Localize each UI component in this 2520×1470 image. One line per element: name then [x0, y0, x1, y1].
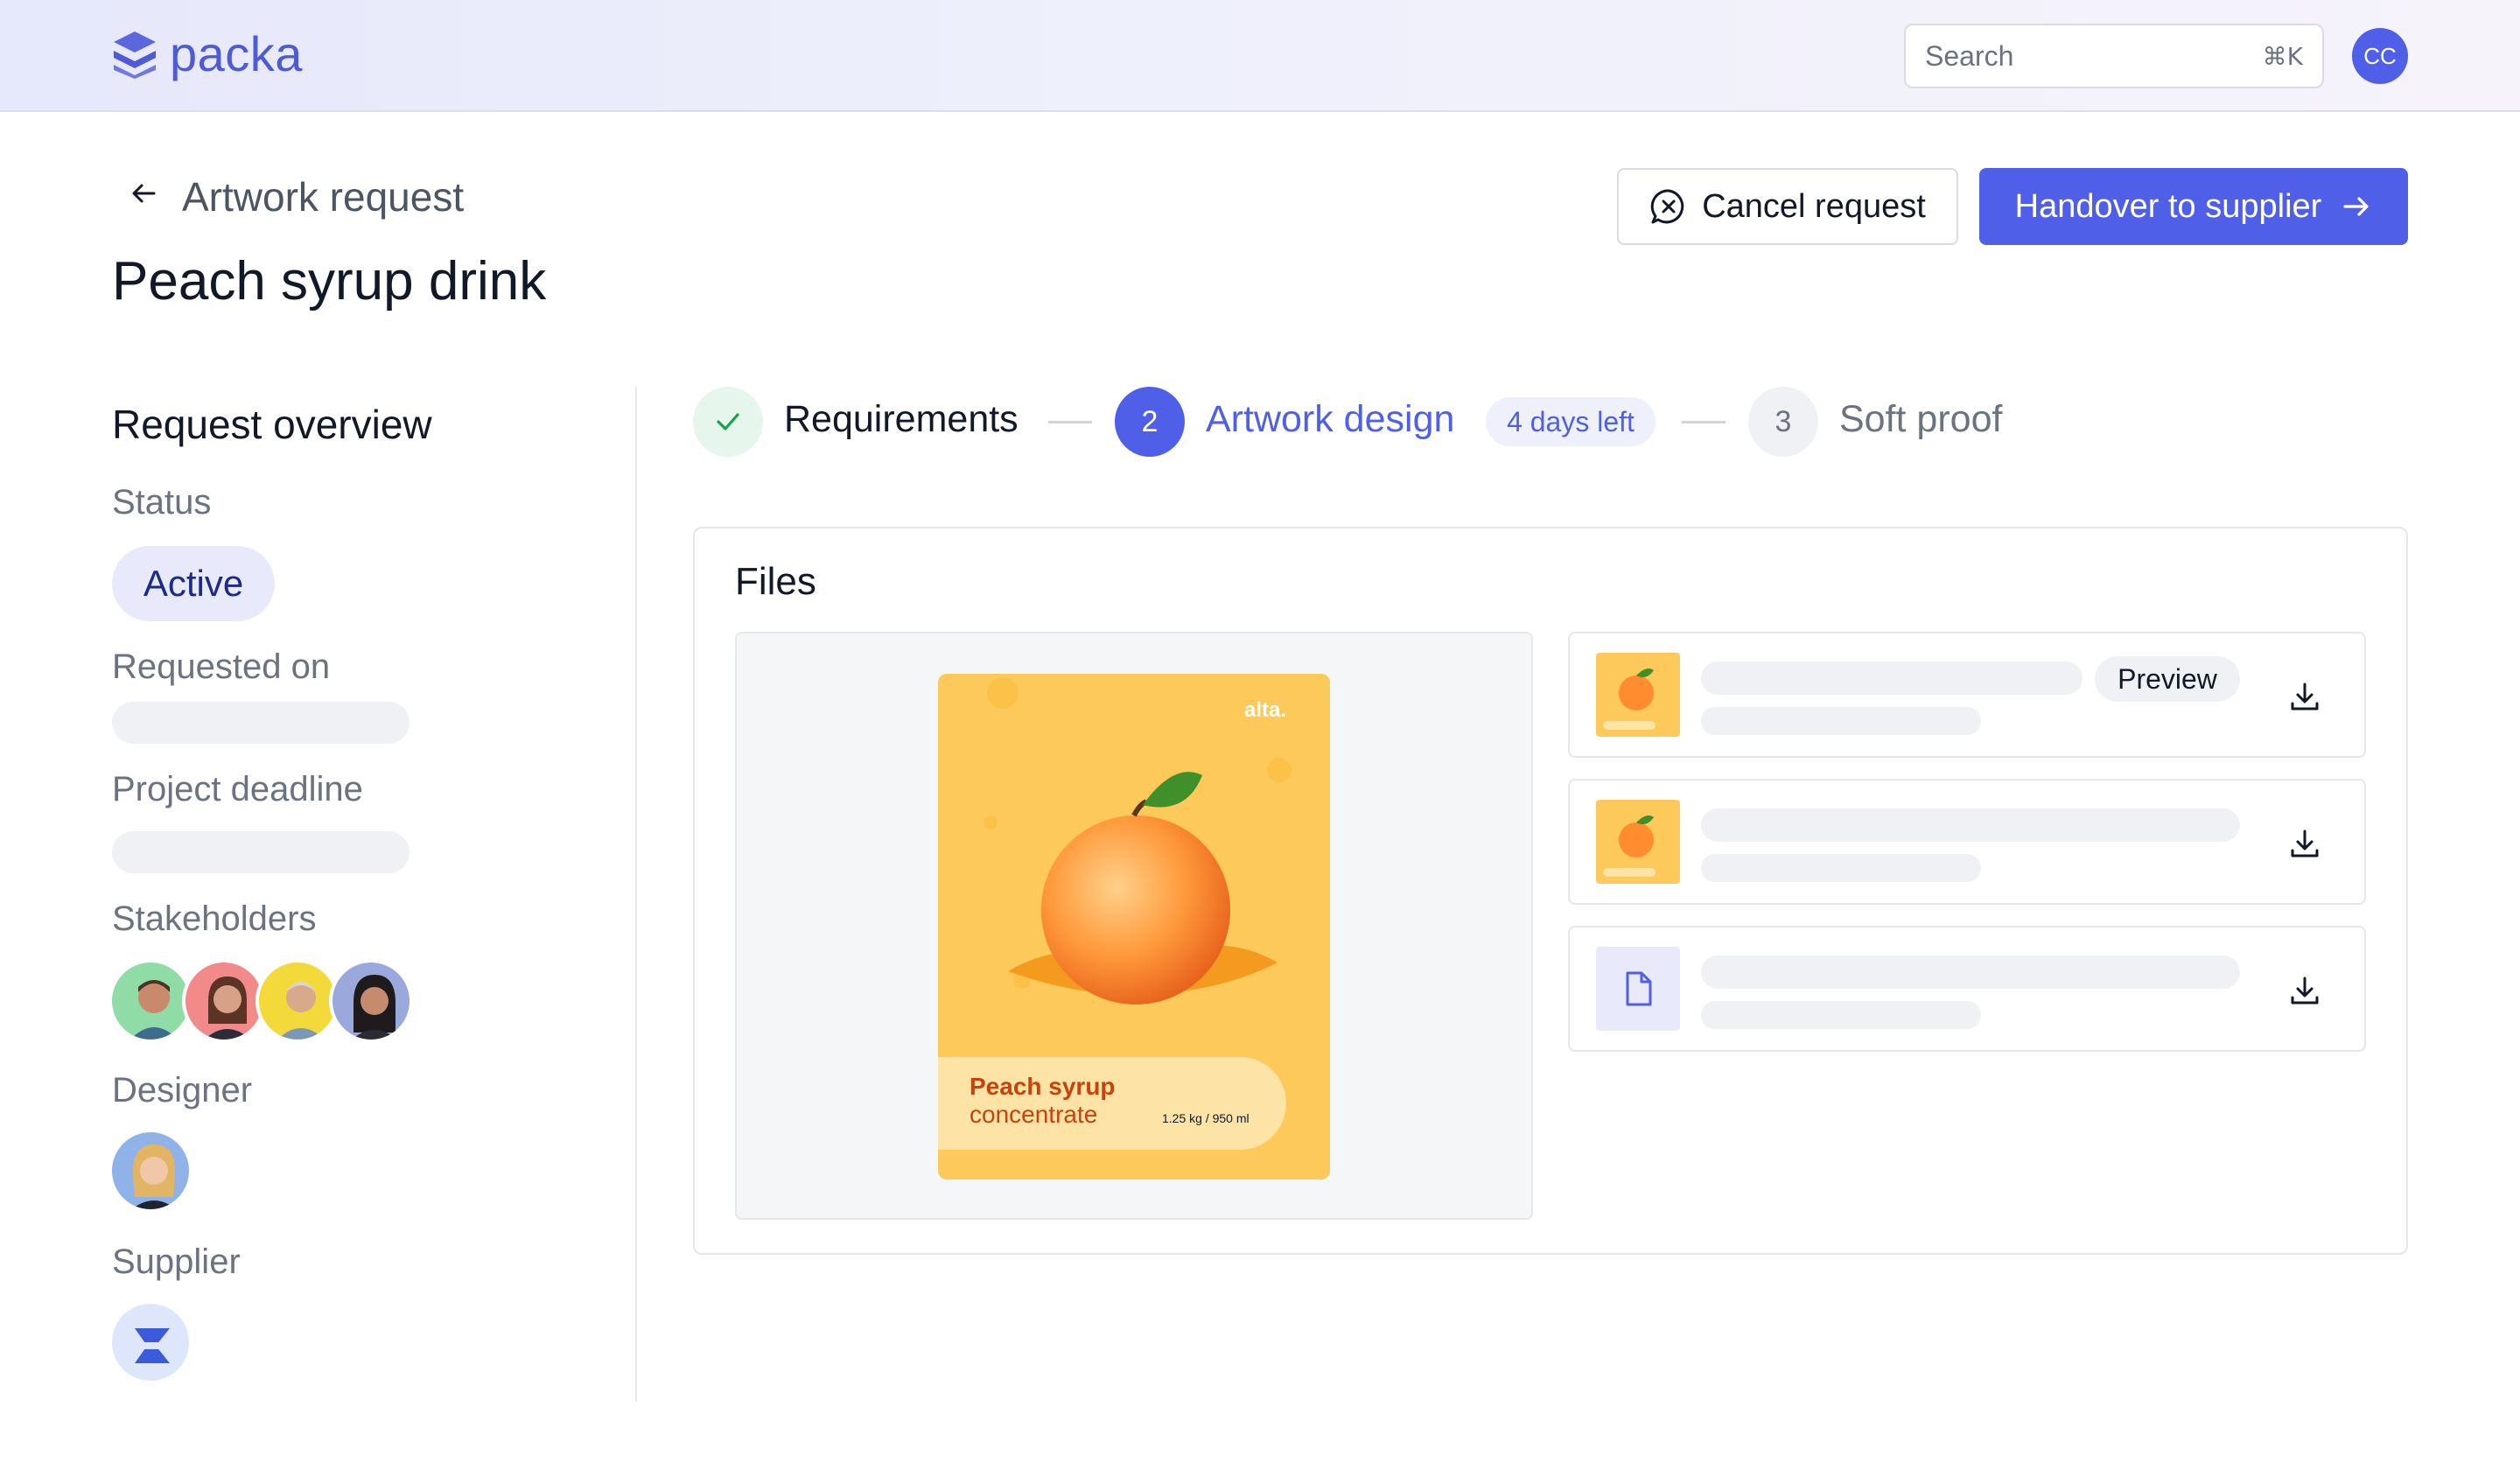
designer-label: Designer — [112, 1071, 253, 1110]
overview-title: Request overview — [112, 402, 432, 447]
step-connector — [1682, 421, 1726, 424]
step-connector — [1048, 421, 1092, 424]
requested-on-label: Requested on — [112, 648, 331, 686]
deadline-placeholder — [112, 831, 410, 873]
search-input[interactable] — [1925, 39, 2188, 73]
designer-avatar[interactable] — [108, 1129, 192, 1213]
step-requirements-status — [693, 387, 763, 457]
file-meta-placeholder — [1701, 854, 1981, 882]
cancel-request-button[interactable]: Cancel request — [1617, 168, 1958, 245]
page-title: Peach syrup drink — [112, 251, 547, 312]
file-thumbnail — [1596, 800, 1680, 884]
file-thumbnail — [1596, 947, 1680, 1031]
logo-text: packa — [170, 26, 303, 81]
stakeholder-avatar[interactable] — [329, 959, 413, 1043]
artwork-volume: 1.25 kg / 950 ml — [1162, 1111, 1250, 1125]
step-requirements[interactable]: Requirements — [784, 398, 1018, 441]
download-icon[interactable] — [2287, 826, 2322, 861]
search-box[interactable]: ⌘K — [1904, 24, 2324, 88]
check-icon — [717, 413, 739, 430]
file-row[interactable] — [1568, 779, 2366, 905]
step-soft-proof-number: 3 — [1748, 387, 1818, 457]
file-meta-placeholder — [1701, 707, 1981, 735]
sidebar-divider — [635, 387, 637, 1402]
breadcrumb[interactable]: Artwork request — [182, 173, 464, 220]
requested-on-placeholder — [112, 702, 410, 744]
file-row[interactable]: Preview — [1568, 632, 2366, 758]
download-icon[interactable] — [2287, 679, 2322, 714]
step-artwork-design[interactable]: Artwork design — [1206, 398, 1454, 441]
file-name-placeholder — [1701, 662, 2082, 695]
back-arrow-icon[interactable] — [128, 178, 159, 209]
top-bar: packa ⌘K CC — [0, 0, 2520, 112]
supplier-logo[interactable] — [108, 1300, 192, 1384]
logo-icon — [114, 32, 156, 79]
stakeholder-avatar[interactable] — [182, 959, 266, 1043]
artwork-brand: alta. — [1244, 698, 1287, 722]
logo[interactable]: packa — [110, 26, 303, 82]
artwork-product-line2: concentrate — [970, 1101, 1098, 1128]
step-artwork-number: 2 — [1115, 387, 1185, 457]
arrow-right-icon — [2343, 197, 2369, 216]
supplier-label: Supplier — [112, 1242, 241, 1281]
deadline-label: Project deadline — [112, 770, 363, 808]
file-meta-placeholder — [1701, 1001, 1981, 1029]
document-icon — [1626, 971, 1652, 1006]
status-label: Status — [112, 483, 212, 522]
stakeholder-avatar[interactable] — [256, 959, 340, 1043]
user-avatar[interactable]: CC — [2352, 28, 2408, 84]
download-icon[interactable] — [2287, 973, 2322, 1008]
preview-button[interactable]: Preview — [2095, 656, 2240, 702]
stakeholders-label: Stakeholders — [112, 900, 317, 938]
artwork-preview: alta. Peach syrup concentrate 1.25 kg / … — [735, 632, 1533, 1220]
cancel-request-label: Cancel request — [1702, 187, 1926, 225]
file-name-placeholder — [1701, 956, 2240, 989]
cancel-chat-icon — [1651, 189, 1684, 224]
days-left-badge: 4 days left — [1486, 397, 1656, 446]
stakeholder-avatar[interactable] — [108, 959, 192, 1043]
search-shortcut: ⌘K — [2262, 41, 2303, 71]
handover-to-supplier-button[interactable]: Handover to supplier — [1979, 168, 2408, 245]
artwork-product-line1: Peach syrup — [970, 1073, 1116, 1100]
status-badge: Active — [112, 546, 275, 621]
step-soft-proof[interactable]: Soft proof — [1839, 398, 2002, 441]
file-row[interactable] — [1568, 926, 2366, 1052]
file-thumbnail — [1596, 653, 1680, 737]
file-name-placeholder — [1701, 808, 2240, 842]
files-title: Files — [735, 560, 816, 603]
handover-label: Handover to supplier — [2014, 187, 2322, 225]
